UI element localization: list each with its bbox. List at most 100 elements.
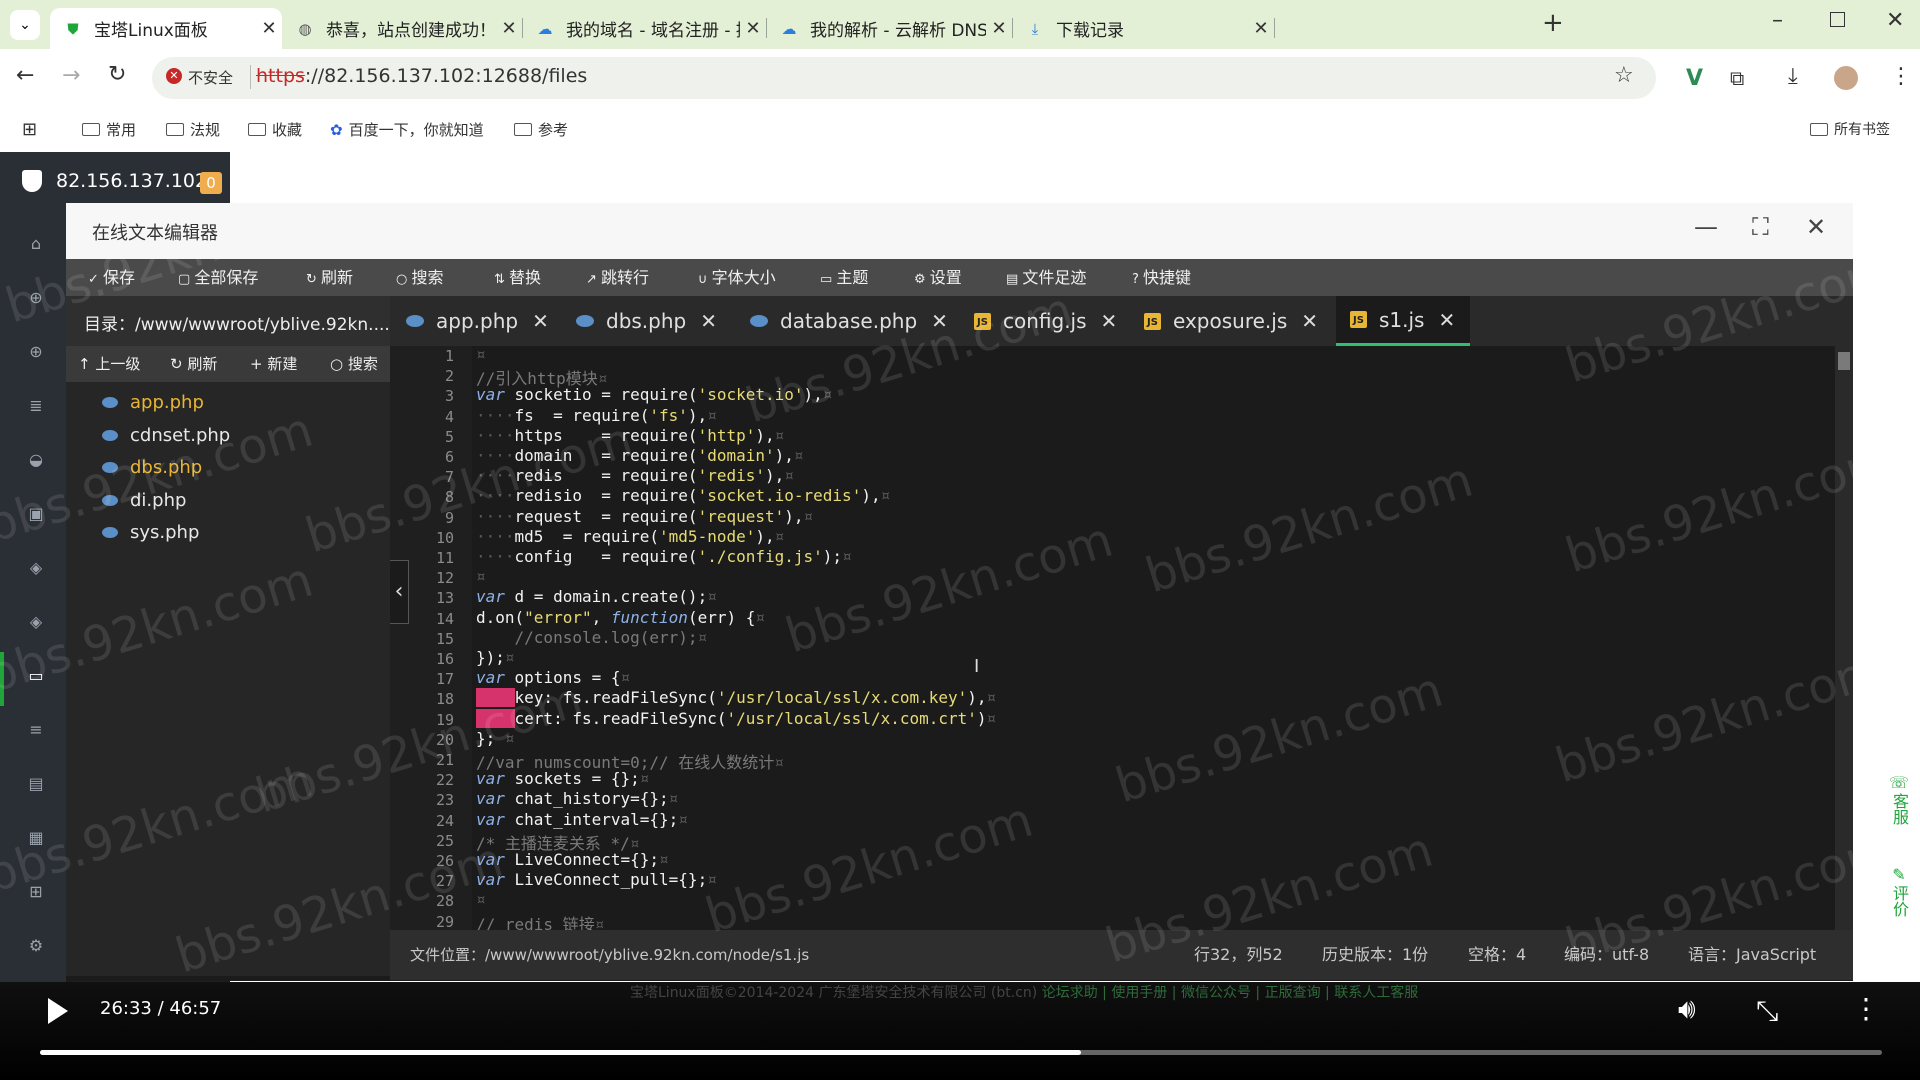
new-tab-button[interactable]: + [1542,8,1564,38]
reload-icon[interactable]: ↻ [108,62,126,87]
browser-tab[interactable]: ◍ 恭喜，站点创建成功！ ✕ [282,8,523,49]
bookmark-item[interactable]: 收藏 [248,119,302,140]
indent-setting[interactable]: 空格：4 [1468,930,1526,980]
more-options-icon[interactable]: ⋮ [1852,992,1880,1025]
tab-search-button[interactable]: ⌄ [10,10,40,40]
close-tab-icon[interactable]: ✕ [700,309,717,333]
code-line: ····request = require('request'),¤ [476,506,814,526]
close-tab-icon[interactable]: ✕ [532,309,549,333]
bookmark-item[interactable]: 法规 [166,119,220,140]
profile-avatar[interactable] [1834,66,1858,90]
play-icon[interactable] [48,998,68,1024]
close-window-button[interactable]: ✕ [1886,8,1904,33]
tree-action-button[interactable]: ↻ 刷新 [170,346,217,382]
history-versions[interactable]: 历史版本：1份 [1322,930,1428,980]
footer-link[interactable]: | 微信公众号 [1167,985,1251,1001]
extensions-icon[interactable]: ⧉ [1730,66,1744,90]
browser-menu-icon[interactable]: ⋮ [1890,64,1912,89]
settings-icon[interactable]: ⚙ [26,936,46,956]
close-tab-icon[interactable]: ✕ [1248,18,1274,39]
terminal-icon[interactable]: ▤ [26,774,46,794]
ftp-icon[interactable]: ⊕ [26,342,46,362]
toolbar-goto-line-button[interactable]: ↗ 跳转行 [586,259,649,296]
toolbar-replace-button[interactable]: ⇅ 替换 [494,259,541,296]
apps-grid-icon[interactable]: ⊞ [22,119,37,140]
close-editor-button[interactable]: ✕ [1806,213,1826,241]
close-tab-icon[interactable]: ✕ [1438,308,1455,332]
close-tab-icon[interactable]: ✕ [1301,309,1318,333]
browser-tab[interactable]: ⤓ 下载记录 ✕ [1012,8,1275,49]
cloud-icon: ☁ [537,19,553,38]
toolbar-shortcuts-button[interactable]: ? 快捷键 [1132,259,1191,296]
browser-tab-title: 恭喜，站点创建成功！ [326,21,496,41]
browser-tab-title: 宝塔Linux面板 [94,21,208,41]
line-number: 16 [435,650,454,668]
insecure-label[interactable]: 不安全 [188,67,233,88]
maximize-editor-button[interactable]: ⛶ [1752,213,1769,241]
home-icon[interactable]: ⌂ [26,234,46,254]
collapse-sidebar-button[interactable]: ‹ [390,560,409,624]
back-icon[interactable]: ← [16,63,34,88]
toolbar-refresh-button[interactable]: ↻ 刷新 [306,259,353,296]
address-bar[interactable]: ✕ 不安全 https://82.156.137.102:12688/files… [152,57,1656,99]
file-tree-item[interactable]: app.php [102,392,204,413]
toolbar-font-size-button[interactable]: ∪ 字体大小 [698,259,776,296]
vue-extension-icon[interactable]: V [1686,66,1703,91]
customer-service-button[interactable]: ☏ 客服 [1889,773,1909,830]
tree-action-button[interactable]: ↑ 上一级 [78,346,140,382]
close-tab-icon[interactable]: ✕ [986,18,1012,39]
line-number: 2 [444,367,454,386]
bookmark-label: 百度一下，你就知道 [348,121,484,139]
browser-tab[interactable]: ☁ 我的域名 - 域名注册 - 控制台✕ [522,8,767,49]
bookmark-item[interactable]: ✿ 百度一下，你就知道 [330,119,484,140]
url-text[interactable]: https://82.156.137.102:12688/files [256,65,587,87]
editor-toolbar: ✓ 保存 ▢ 全部保存 ↻ 刷新 ○ 搜索 ⇅ 替换 ↗ 跳转行 ∪ 字体大小 ▭ 主题 ⚙ 设… [66,259,1853,296]
database-icon[interactable]: ≣ [26,396,46,416]
logs-icon[interactable]: ≡ [26,720,46,740]
editor-tab-s1-js[interactable]: JS s1.js ✕ [1336,296,1470,346]
code-line: //console.log(err);¤ [476,627,708,647]
footer-link[interactable]: 论坛求助 [1042,985,1098,1001]
toolbar-settings-button[interactable]: ⚙ 设置 [914,259,962,296]
editor-tab-exposure-js[interactable]: JS exposure.js ✕ [1130,296,1334,346]
file-tree-item[interactable]: sys.php [102,522,199,543]
bookmark-item[interactable]: 参考 [514,119,568,140]
minimize-editor-button[interactable]: — [1694,213,1718,241]
close-tab-icon[interactable]: ✕ [740,18,766,39]
all-bookmarks[interactable]: 所有书签 [1810,119,1890,139]
toolbar-search-button[interactable]: ○ 搜索 [396,259,444,296]
tree-action-button[interactable]: + 新建 [250,346,297,382]
forward-icon[interactable]: → [62,63,80,88]
bookmark-star-icon[interactable]: ☆ [1614,63,1634,88]
url-host-path: ://82.156.137.102:12688/files [304,65,588,87]
toolbar-theme-button[interactable]: ▭ 主题 [820,259,868,296]
close-tab-icon[interactable]: ✕ [1101,309,1118,333]
code-scrollbar-thumb[interactable] [1838,352,1850,370]
message-badge[interactable]: 0 [200,172,222,194]
footer-link[interactable]: | 使用手册 [1098,985,1167,1001]
editor-tab-dbs-php[interactable]: dbs.php ✕ [562,296,734,346]
minimize-window-button[interactable]: – [1772,8,1783,33]
restore-window-button[interactable] [1830,12,1845,27]
bookmark-label: 收藏 [272,121,303,139]
footer-link[interactable]: | 联系人工客服 [1321,985,1418,1001]
footer-link[interactable]: | 正版查询 [1251,985,1320,1001]
volume-icon[interactable]: 🔊︎ [1678,992,1696,1026]
editor-tab-app-php[interactable]: app.php ✕ [392,296,560,346]
tree-action-button[interactable]: ○ 搜索 [330,346,378,382]
exit-fullscreen-icon[interactable]: ⤡ [1756,994,1778,1028]
code-line: });¤ [476,648,515,667]
browser-tab[interactable]: ⛊ 宝塔Linux面板 ✕ [50,8,282,49]
download-icon[interactable]: ⤓ [1788,64,1798,89]
download-icon: ⤓ [1031,19,1039,38]
folder-icon [1810,122,1828,136]
language-setting[interactable]: 语言：JavaScript [1688,930,1816,980]
security-icon[interactable]: ◈ [26,558,46,578]
close-tab-icon[interactable]: ✕ [496,18,522,39]
bookmark-item[interactable]: 常用 [82,119,136,140]
docker-icon[interactable]: ◒ [26,450,46,470]
browser-tab[interactable]: ☁ 我的解析 - 云解析 DNS - 控制台✕ [766,8,1013,49]
firewall-icon[interactable]: ◈ [26,612,46,632]
server-host: 82.156.137.102 [56,170,208,192]
close-tab-icon[interactable]: ✕ [256,18,282,39]
